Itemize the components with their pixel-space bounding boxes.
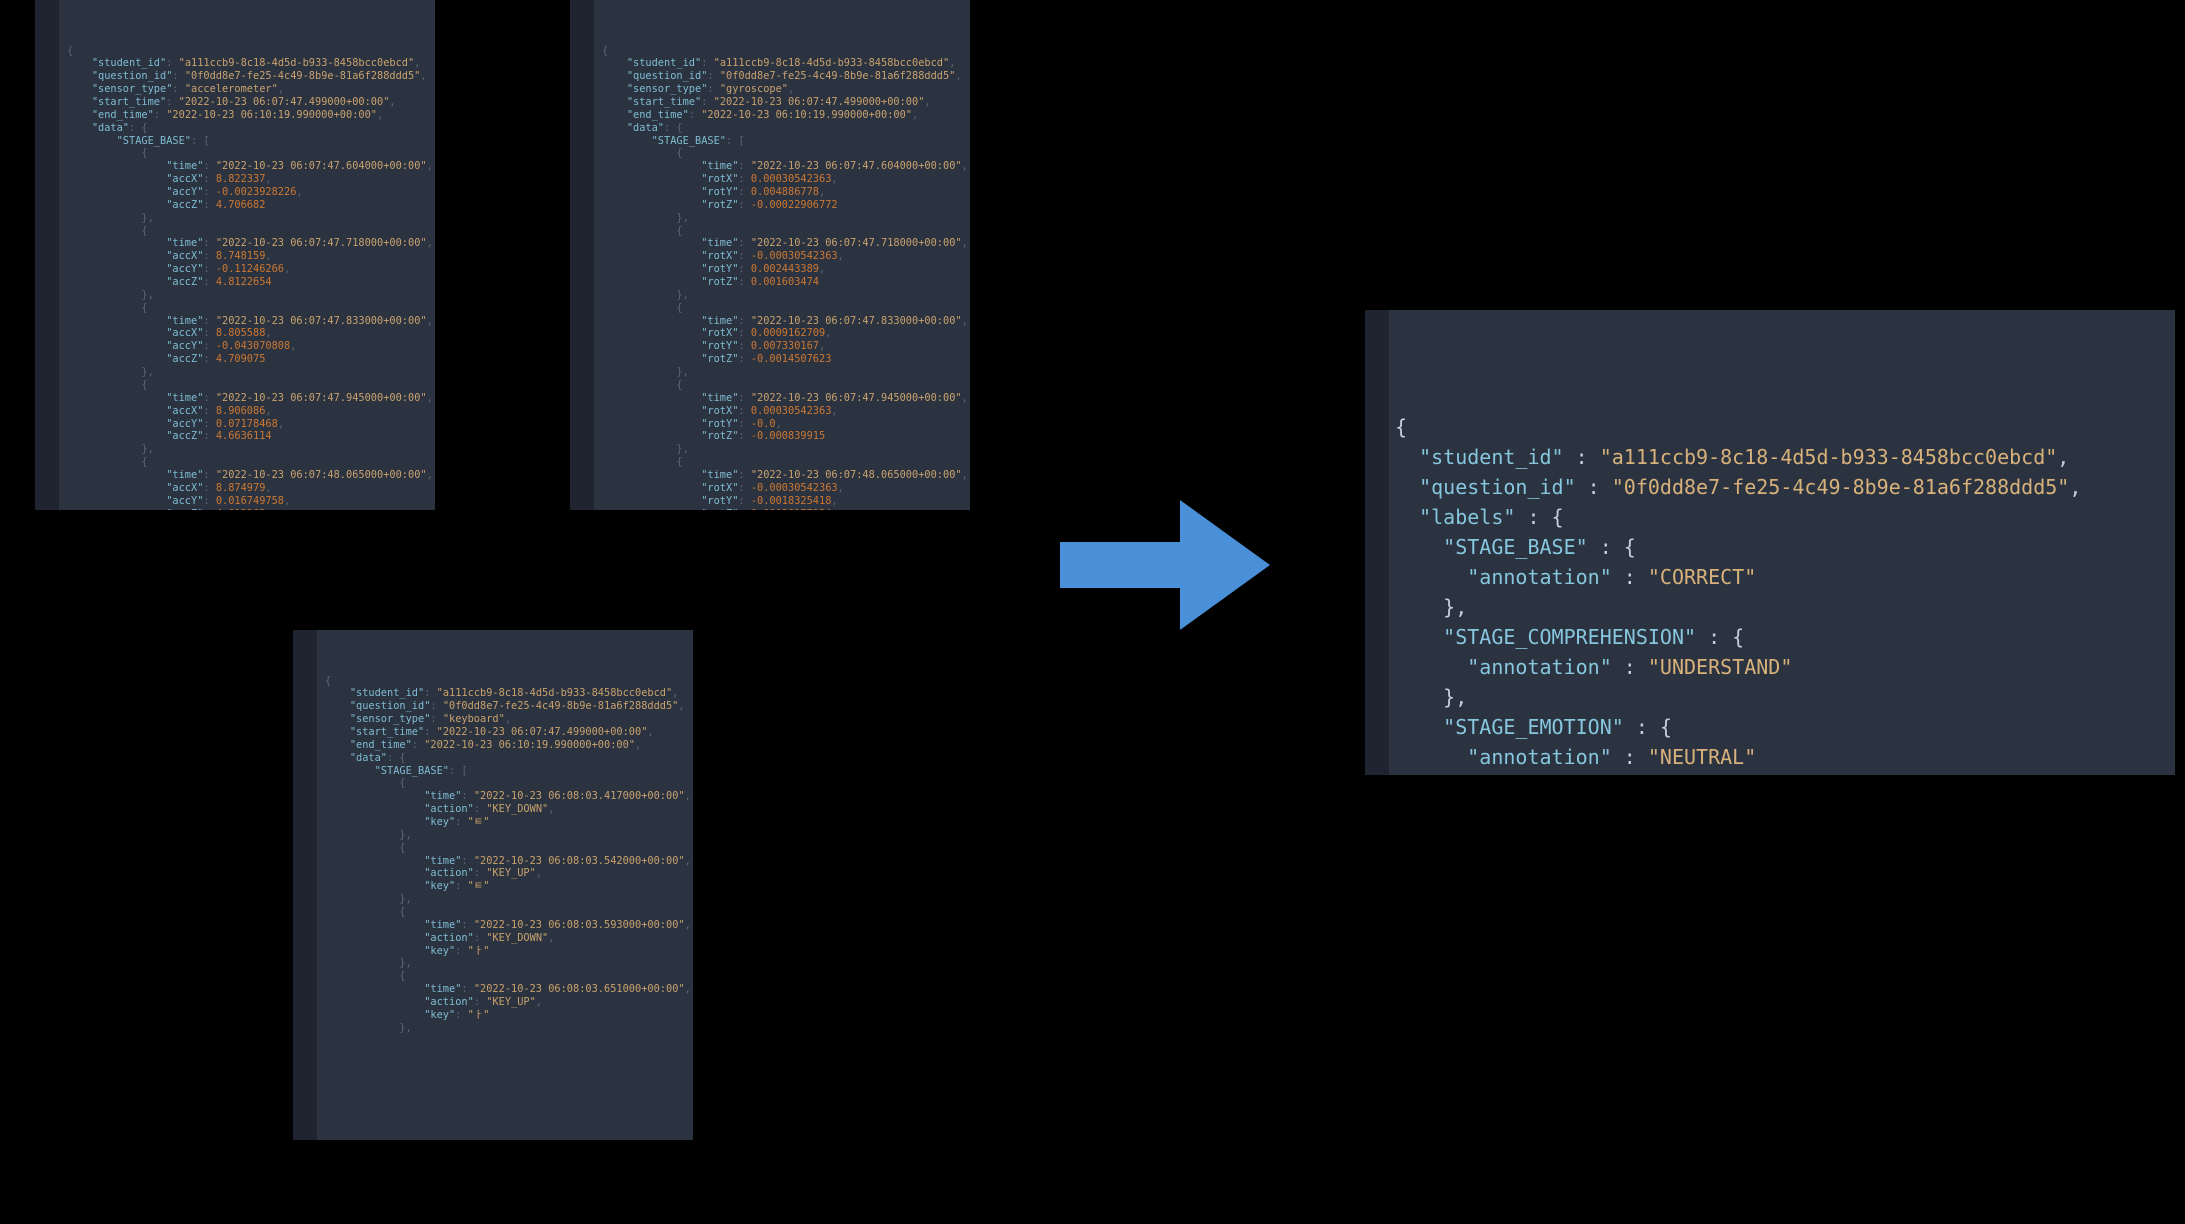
json-panel-gyroscope: { "student_id": "a111ccb9-8c18-4d5d-b933…: [570, 0, 970, 510]
json-panel-keyboard: { "student_id": "a111ccb9-8c18-4d5d-b933…: [293, 630, 693, 1140]
json-panel-accelerometer: { "student_id": "a111ccb9-8c18-4d5d-b933…: [35, 0, 435, 510]
json-panel-labels: { "student_id" : "a111ccb9-8c18-4d5d-b93…: [1365, 310, 2175, 775]
arrow-icon: [1060, 500, 1270, 630]
